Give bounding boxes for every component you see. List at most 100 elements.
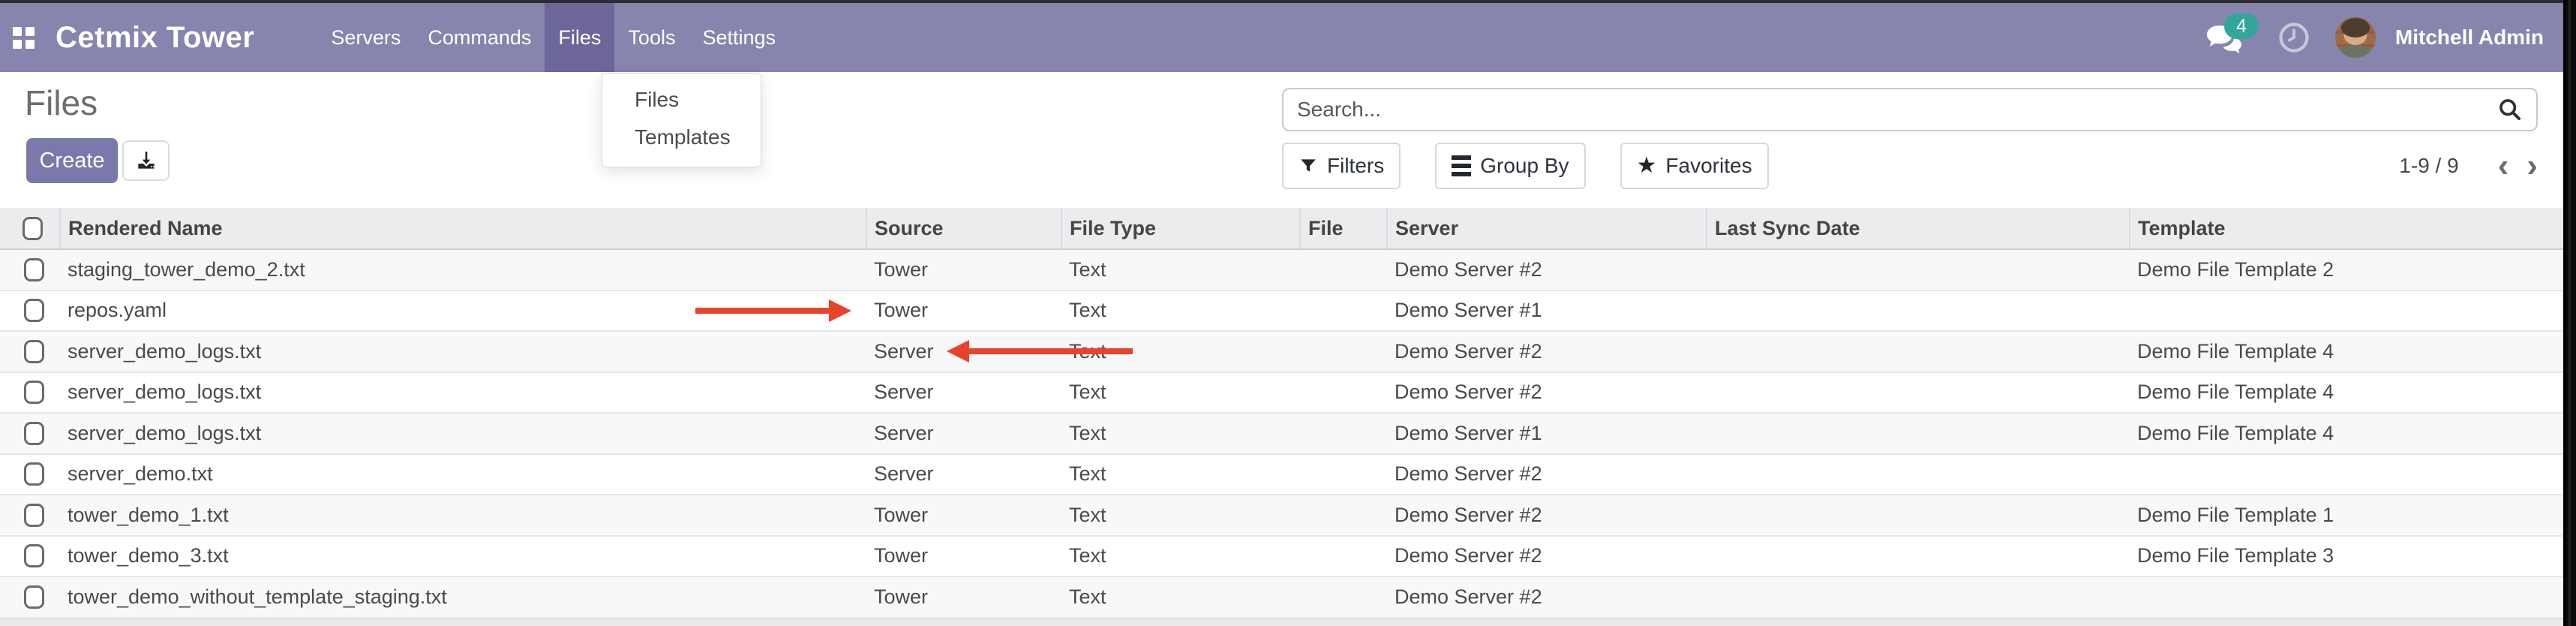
column-header-file[interactable]: File [1300, 208, 1387, 249]
apps-menu-button[interactable] [0, 3, 47, 72]
cell-file-type[interactable]: Text [1061, 372, 1300, 414]
avatar[interactable] [2335, 17, 2376, 58]
nav-item-tools[interactable]: Tools [614, 3, 689, 72]
cell-file-type[interactable]: Text [1061, 495, 1300, 536]
column-header-source[interactable]: Source [866, 208, 1061, 249]
cell-server[interactable]: Demo Server #1 [1387, 290, 1707, 332]
row-select-checkbox[interactable] [24, 258, 44, 281]
nav-item-files[interactable]: Files [545, 3, 614, 72]
cell-source[interactable]: Server [866, 372, 1061, 414]
cell-file[interactable] [1300, 413, 1387, 454]
row-select-cell[interactable] [0, 495, 60, 536]
nav-item-commands[interactable]: Commands [414, 3, 545, 72]
cell-source[interactable]: Tower [866, 536, 1061, 577]
row-select-checkbox[interactable] [24, 544, 44, 567]
cell-file[interactable] [1300, 536, 1387, 577]
dropdown-item-files[interactable]: Files [602, 81, 761, 119]
cell-file-type[interactable]: Text [1061, 536, 1300, 577]
row-select-cell[interactable] [0, 249, 60, 290]
cell-file[interactable] [1300, 495, 1387, 536]
cell-file-type[interactable]: Text [1061, 454, 1300, 495]
cell-last-sync-date[interactable] [1707, 249, 2130, 290]
filters-button[interactable]: Filters [1282, 143, 1401, 189]
group-by-button[interactable]: Group By [1435, 143, 1585, 189]
cell-last-sync-date[interactable] [1707, 372, 2130, 414]
row-select-cell[interactable] [0, 331, 60, 372]
cell-server[interactable]: Demo Server #2 [1387, 331, 1707, 372]
cell-source[interactable]: Tower [866, 495, 1061, 536]
column-header-rendered-name[interactable]: Rendered Name [60, 208, 866, 249]
cell-server[interactable]: Demo Server #2 [1387, 249, 1707, 290]
table-row[interactable]: server_demo_logs.txt Server Text Demo Se… [0, 331, 2563, 372]
cell-template[interactable]: Demo File Template 1 [2130, 495, 2563, 536]
search-input[interactable] [1283, 98, 2497, 122]
table-row[interactable]: server_demo.txt Server Text Demo Server … [0, 454, 2563, 495]
messages-button[interactable]: 4 [2205, 15, 2253, 60]
cell-file-type[interactable]: Text [1061, 576, 1300, 618]
cell-source[interactable]: Tower [866, 249, 1061, 290]
table-row[interactable]: repos.yaml Tower Text Demo Server #1 [0, 290, 2563, 332]
cell-file[interactable] [1300, 576, 1387, 618]
cell-file-type[interactable]: Text [1061, 413, 1300, 454]
row-select-checkbox[interactable] [24, 504, 44, 527]
cell-last-sync-date[interactable] [1707, 290, 2130, 332]
cell-rendered-name[interactable]: server_demo.txt [60, 454, 866, 495]
previous-page-button[interactable]: ‹ [2489, 149, 2518, 182]
cell-file-type[interactable]: Text [1061, 331, 1300, 372]
row-select-cell[interactable] [0, 413, 60, 454]
cell-template[interactable]: Demo File Template 4 [2130, 372, 2563, 414]
cell-rendered-name[interactable]: tower_demo_without_template_staging.txt [60, 576, 866, 618]
cell-rendered-name[interactable]: staging_tower_demo_2.txt [60, 249, 866, 290]
cell-last-sync-date[interactable] [1707, 454, 2130, 495]
cell-rendered-name[interactable]: server_demo_logs.txt [60, 372, 866, 414]
row-select-cell[interactable] [0, 576, 60, 618]
cell-rendered-name[interactable]: repos.yaml [60, 290, 866, 332]
cell-file[interactable] [1300, 372, 1387, 414]
row-select-cell[interactable] [0, 454, 60, 495]
cell-source[interactable]: Server [866, 454, 1061, 495]
row-select-cell[interactable] [0, 290, 60, 332]
table-row[interactable]: server_demo_logs.txt Server Text Demo Se… [0, 413, 2563, 454]
cell-file-type[interactable]: Text [1061, 249, 1300, 290]
table-row[interactable]: tower_demo_3.txt Tower Text Demo Server … [0, 536, 2563, 577]
row-select-checkbox[interactable] [24, 422, 44, 445]
activities-clock-icon[interactable] [2278, 22, 2310, 53]
cell-template[interactable] [2130, 576, 2563, 618]
row-select-checkbox[interactable] [24, 381, 44, 404]
cell-rendered-name[interactable]: server_demo_logs.txt [60, 331, 866, 372]
nav-item-settings[interactable]: Settings [689, 3, 789, 72]
cell-source[interactable]: Server [866, 413, 1061, 454]
cell-file[interactable] [1300, 331, 1387, 372]
import-button[interactable] [122, 140, 170, 181]
cell-file[interactable] [1300, 290, 1387, 332]
user-name[interactable]: Mitchell Admin [2395, 26, 2544, 50]
select-all-header[interactable] [0, 208, 60, 249]
cell-source[interactable]: Tower [866, 290, 1061, 332]
cell-server[interactable]: Demo Server #2 [1387, 454, 1707, 495]
table-row[interactable]: server_demo_logs.txt Server Text Demo Se… [0, 372, 2563, 414]
row-select-cell[interactable] [0, 536, 60, 577]
cell-last-sync-date[interactable] [1707, 536, 2130, 577]
cell-template[interactable]: Demo File Template 4 [2130, 331, 2563, 372]
cell-last-sync-date[interactable] [1707, 576, 2130, 618]
row-select-checkbox[interactable] [24, 340, 44, 363]
row-select-checkbox[interactable] [24, 299, 44, 322]
column-header-file-type[interactable]: File Type [1061, 208, 1300, 249]
next-page-button[interactable]: › [2517, 149, 2547, 182]
column-header-server[interactable]: Server [1387, 208, 1707, 249]
table-row[interactable]: staging_tower_demo_2.txt Tower Text Demo… [0, 249, 2563, 290]
cell-rendered-name[interactable]: server_demo_logs.txt [60, 413, 866, 454]
table-row[interactable]: tower_demo_without_template_staging.txt … [0, 576, 2563, 618]
column-header-last-sync-date[interactable]: Last Sync Date [1707, 208, 2130, 249]
cell-file[interactable] [1300, 249, 1387, 290]
row-select-cell[interactable] [0, 372, 60, 414]
cell-server[interactable]: Demo Server #2 [1387, 372, 1707, 414]
cell-last-sync-date[interactable] [1707, 331, 2130, 372]
create-button[interactable]: Create [26, 138, 118, 183]
cell-template[interactable]: Demo File Template 3 [2130, 536, 2563, 577]
select-all-checkbox[interactable] [23, 217, 43, 240]
cell-server[interactable]: Demo Server #2 [1387, 495, 1707, 536]
cell-source[interactable]: Server [866, 331, 1061, 372]
cell-last-sync-date[interactable] [1707, 413, 2130, 454]
row-select-checkbox[interactable] [24, 585, 44, 609]
